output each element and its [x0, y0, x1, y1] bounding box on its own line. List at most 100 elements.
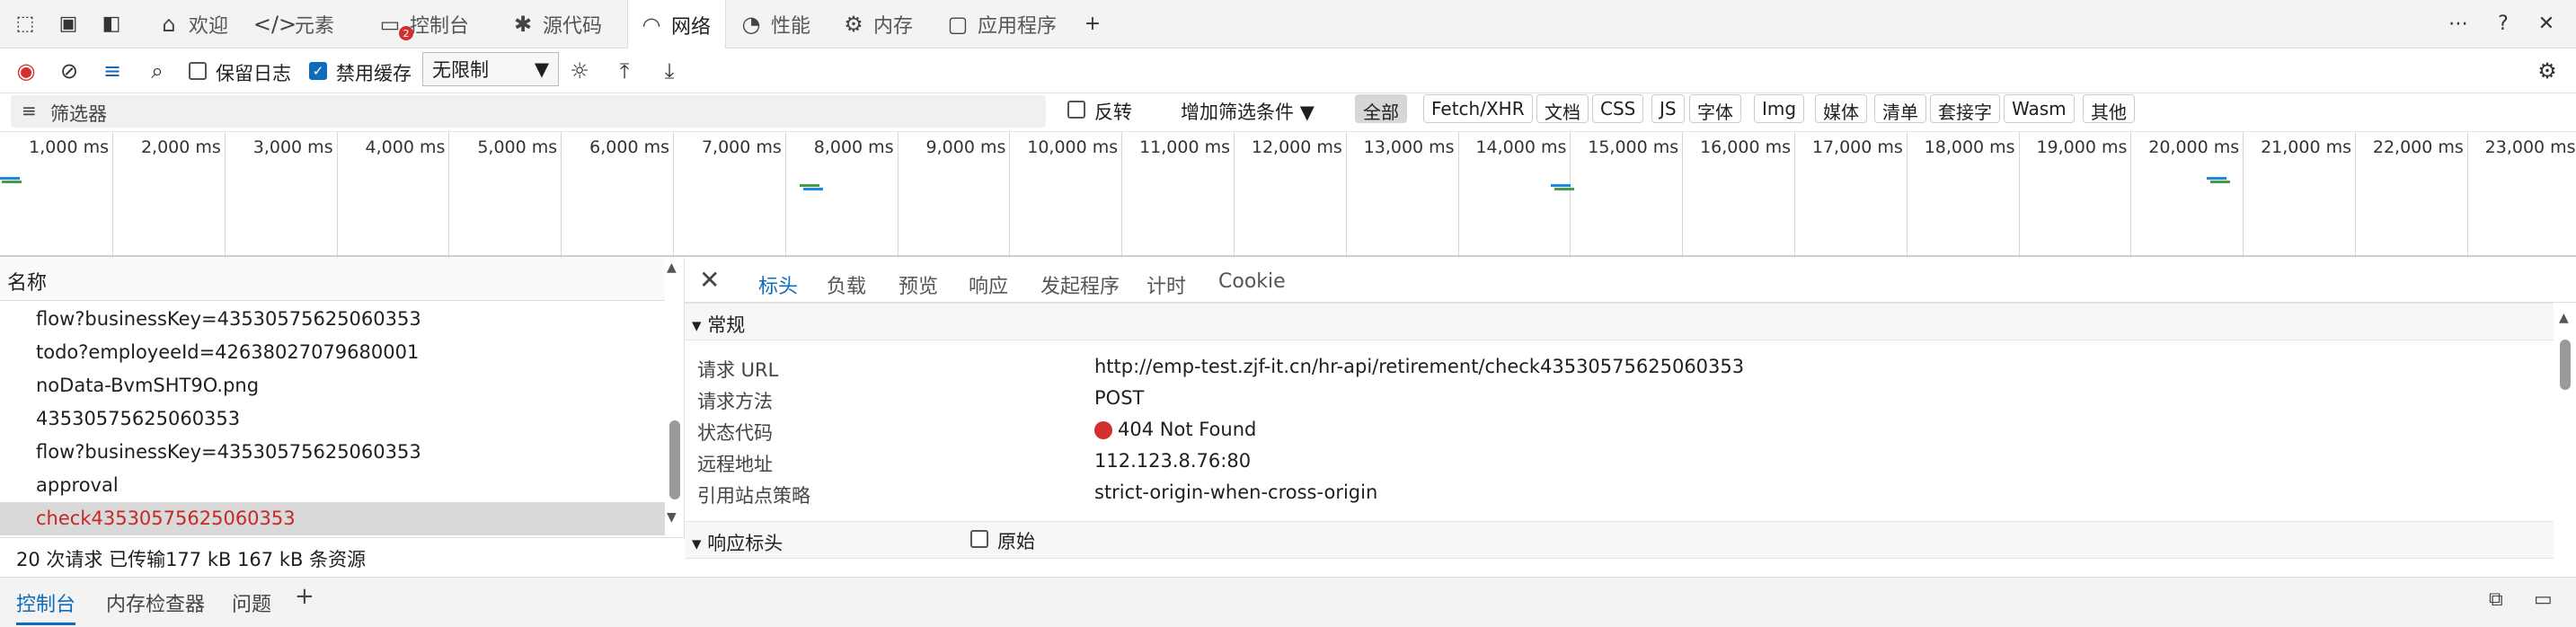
filter-icon: ≡ [22, 100, 37, 121]
request-row[interactable]: approval [0, 469, 665, 502]
scroll-thumb[interactable] [669, 420, 680, 499]
tab-memory-label: 内存 [873, 15, 914, 38]
general-key: 引用站点策略 [697, 485, 810, 507]
help-icon[interactable]: ? [2489, 9, 2518, 38]
tab-application[interactable]: ▢ 应用程序 [943, 0, 1064, 49]
details-tab-0[interactable]: 标头 [758, 270, 799, 307]
scroll-up-icon[interactable]: ▲ [2559, 311, 2569, 325]
more-filters-dropdown[interactable]: 增加筛选条件 ▼ [1181, 98, 1315, 125]
tab-memory[interactable]: ⚙ 内存 [839, 0, 922, 49]
timeline-request-bar [2, 181, 22, 183]
details-tab-6[interactable]: Cookie [1218, 270, 1286, 293]
tab-network[interactable]: ◠ 网络 [627, 0, 726, 49]
export-har-icon[interactable]: ⤓ [654, 56, 685, 86]
drawer-tab-issues[interactable]: 问题 [232, 588, 271, 617]
drawer-tab-console[interactable]: 控制台 [16, 588, 76, 625]
name-column-header[interactable]: 名称 [0, 258, 665, 301]
tab-elements[interactable]: </> 元素 [253, 0, 354, 49]
general-section-header[interactable]: ▾ 常规 [685, 303, 2554, 340]
tab-welcome[interactable]: ⌂ 欢迎 [155, 0, 246, 49]
filter-chip-3[interactable]: CSS [1592, 94, 1644, 123]
drawer-tab-bar: 控制台 内存检查器 问题 + ⧉ ▭ [0, 577, 2576, 627]
preserve-log-label: 保留日志 [216, 63, 291, 84]
filter-chip-10[interactable]: Wasm [2004, 94, 2075, 123]
import-har-icon[interactable]: ⤒ [609, 56, 640, 86]
device-emulation-icon[interactable]: ▣ [54, 9, 83, 38]
tab-sources[interactable]: ✱ 源代码 [509, 0, 624, 49]
add-tab-icon[interactable]: + [1078, 9, 1107, 38]
filter-chip-2[interactable]: 文档 [1536, 94, 1589, 123]
request-row[interactable]: 43530575625060353 [0, 402, 665, 436]
console-error-badge: 2 [399, 26, 413, 40]
raw-checkbox[interactable] [970, 530, 988, 548]
timeline-tick-label: 22,000 ms [2372, 137, 2464, 157]
timeline-tick-label: 2,000 ms [140, 137, 221, 157]
filter-input[interactable]: ≡ 筛选器 [11, 95, 1046, 128]
request-list-scrollbar[interactable]: ▲ ▼ [667, 261, 683, 525]
details-scrollbar[interactable]: ▲ [2557, 311, 2573, 571]
tab-performance[interactable]: ◔ 性能 [737, 0, 819, 49]
scroll-thumb[interactable] [2560, 340, 2571, 390]
response-headers-section-header[interactable]: ▾ 响应标头 [685, 521, 2554, 559]
devtools-tab-bar: ⬚ ▣ ◧ ⌂ 欢迎 </> 元素 ▭ 控制台 2 ✱ 源代码 ◠ 网络 ◔ 性能 ⚙ 内存 … [0, 0, 2576, 49]
general-key: 状态代码 [697, 422, 773, 444]
disable-cache-label: 禁用缓存 [336, 63, 412, 84]
throttle-select[interactable]: 无限制 ▼ [422, 52, 559, 86]
timeline-overview[interactable]: 1,000 ms 2,000 ms 3,000 ms 4,000 ms 5,000 ms… [0, 131, 2576, 258]
request-row[interactable]: flow?businessKey=43530575625060353 [0, 436, 665, 469]
filter-chip-0[interactable]: 全部 [1355, 94, 1407, 123]
collapse-triangle-icon: ▾ [692, 314, 702, 336]
details-tab-4[interactable]: 发起程序 [1040, 270, 1120, 299]
filter-chip-8[interactable]: 清单 [1874, 94, 1926, 123]
tab-elements-label: 元素 [295, 15, 335, 38]
timeline-tick-label: 20,000 ms [2148, 137, 2240, 157]
scroll-down-icon[interactable]: ▼ [667, 510, 677, 525]
filter-chip-11[interactable]: 其他 [2083, 94, 2135, 123]
settings-icon[interactable]: ⚙ [2532, 56, 2563, 86]
filter-chip-7[interactable]: 媒体 [1815, 94, 1867, 123]
timeline-tick-label: 7,000 ms [701, 137, 782, 157]
home-icon: ⌂ [162, 12, 176, 37]
close-devtools-icon[interactable]: ✕ [2532, 9, 2561, 38]
details-tab-5[interactable]: 计时 [1146, 270, 1186, 299]
dock-icon[interactable]: ⧉ [2489, 588, 2503, 611]
close-drawer-icon[interactable]: ▭ [2534, 588, 2553, 611]
request-row[interactable]: todo?employeeId=42638027079680001 [0, 336, 665, 369]
invert-checkbox[interactable] [1067, 101, 1085, 119]
general-key: 远程地址 [697, 454, 773, 475]
filter-chip-5[interactable]: 字体 [1689, 94, 1741, 123]
filter-chip-9[interactable]: 套接字 [1930, 94, 2000, 123]
details-tab-1[interactable]: 负载 [827, 270, 866, 299]
network-toolbar: ◉ ⊘ ≡ ⌕ 保留日志 ✓ 禁用缓存 [0, 49, 2576, 93]
record-stop-icon[interactable]: ◉ [11, 56, 41, 86]
toggle-sidebar-icon[interactable]: ◧ [97, 9, 126, 38]
filter-chip-6[interactable]: Img [1754, 94, 1805, 123]
drawer-tab-memory-inspector[interactable]: 内存检查器 [106, 588, 205, 617]
close-details-icon[interactable]: ✕ [699, 265, 720, 295]
request-row[interactable]: check43530575625060353 [0, 502, 665, 535]
timeline-tick-label: 5,000 ms [477, 137, 558, 157]
tab-network-label: 网络 [671, 15, 712, 39]
request-row[interactable]: noData-BvmSHT9O.png [0, 369, 665, 402]
filter-toggle-icon[interactable]: ≡ [97, 56, 128, 86]
inspect-element-icon[interactable]: ⬚ [11, 9, 40, 38]
request-row[interactable]: flow?businessKey=43530575625060353 [0, 303, 665, 336]
add-drawer-tab-icon[interactable]: + [295, 583, 314, 610]
chevron-down-icon: ▼ [1299, 102, 1315, 123]
filter-chip-4[interactable]: JS [1651, 94, 1685, 123]
clear-icon[interactable]: ⊘ [54, 56, 84, 86]
network-summary: 20 次请求 已传输177 kB 167 kB 条资源 [0, 537, 685, 577]
search-icon[interactable]: ⌕ [142, 56, 173, 86]
disable-cache-checkbox[interactable]: ✓ [309, 62, 327, 80]
tab-console[interactable]: ▭ 控制台 [376, 0, 491, 49]
general-value: strict-origin-when-cross-origin [1094, 481, 1378, 503]
details-tab-2[interactable]: 预览 [899, 270, 938, 299]
network-conditions-icon[interactable]: ☼ [564, 56, 595, 86]
scroll-up-icon[interactable]: ▲ [667, 261, 677, 275]
timeline-tick-label: 16,000 ms [1700, 137, 1791, 157]
filter-chip-1[interactable]: Fetch/XHR [1423, 94, 1533, 123]
details-tab-3[interactable]: 响应 [969, 270, 1008, 299]
preserve-log-checkbox[interactable] [189, 62, 207, 80]
more-options-icon[interactable]: ⋯ [2444, 9, 2473, 38]
throttle-value: 无限制 [432, 59, 489, 81]
